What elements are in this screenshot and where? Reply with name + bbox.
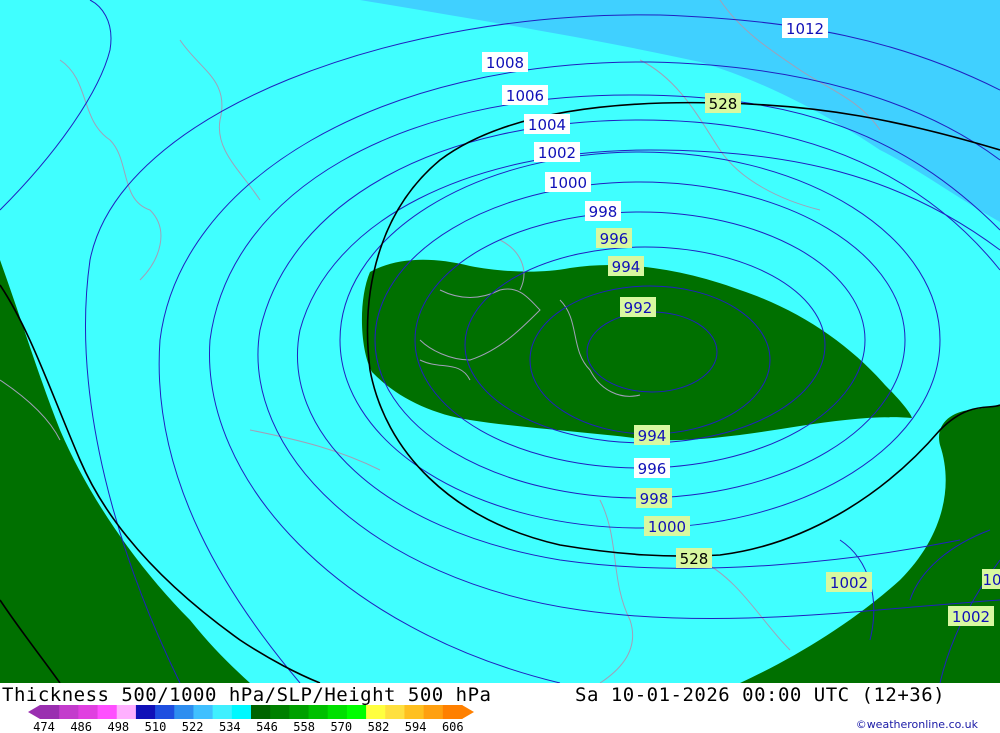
height-label: 528 <box>676 548 712 568</box>
svg-text:998: 998 <box>589 203 618 221</box>
scale-tick-label: 474 <box>33 720 55 733</box>
scale-swatch <box>366 705 386 719</box>
credit-link[interactable]: ©weatheronline.co.uk <box>856 718 978 731</box>
isobar-label: 1000 <box>644 516 690 536</box>
isobar-label: 994 <box>608 256 644 276</box>
svg-text:994: 994 <box>638 427 667 445</box>
isobar-label: 1004 <box>524 114 570 134</box>
isobar-label: 996 <box>634 458 670 478</box>
svg-text:996: 996 <box>638 460 667 478</box>
isobar-label: 10 <box>982 569 1000 589</box>
scale-arrow-right <box>462 705 474 719</box>
scale-swatch <box>251 705 271 719</box>
svg-text:1006: 1006 <box>506 87 544 105</box>
scale-swatch <box>346 705 367 719</box>
scale-swatch <box>308 705 329 719</box>
scale-swatch <box>155 705 175 719</box>
map-footer: Thickness 500/1000 hPa/SLP/Height 500 hP… <box>0 683 1000 733</box>
isobar-label: 1012 <box>782 18 828 38</box>
scale-swatch <box>327 705 348 719</box>
svg-text:1000: 1000 <box>549 174 587 192</box>
scale-swatch <box>116 705 137 719</box>
isobar-label: 994 <box>634 425 670 445</box>
thickness-color-scale: 474 486 498 510 522 534 546 558 570 582 594 606 <box>28 705 474 733</box>
scale-swatch <box>135 705 156 719</box>
scale-tick-label: 570 <box>330 720 352 733</box>
scale-tick-label: 534 <box>219 720 241 733</box>
scale-swatch <box>442 705 463 719</box>
scale-swatch <box>212 705 233 719</box>
isobar-label: 992 <box>620 297 656 317</box>
height-label: 528 <box>705 93 741 113</box>
svg-text:998: 998 <box>640 490 669 508</box>
scale-tick-label: 606 <box>442 720 464 733</box>
svg-text:1012: 1012 <box>786 20 824 38</box>
scale-tick-label: 546 <box>256 720 278 733</box>
isobar-label: 998 <box>636 488 672 508</box>
scale-tick-label: 498 <box>107 720 129 733</box>
scale-swatch <box>193 705 214 719</box>
isobar-label: 1008 <box>482 52 528 72</box>
scale-swatch <box>174 705 194 719</box>
scale-arrow-left <box>28 705 40 719</box>
scale-swatch <box>231 705 252 719</box>
svg-text:10: 10 <box>982 571 1000 589</box>
svg-text:1000: 1000 <box>648 518 686 536</box>
scale-tick-label: 510 <box>145 720 167 733</box>
scale-swatch <box>78 705 99 719</box>
scale-swatch <box>59 705 79 719</box>
svg-text:994: 994 <box>612 258 641 276</box>
isobar-label: 1002 <box>534 142 580 162</box>
svg-text:996: 996 <box>600 230 629 248</box>
scale-swatch <box>423 705 444 719</box>
scale-tick-label: 486 <box>70 720 92 733</box>
isobar-label: 998 <box>585 201 621 221</box>
scale-tick-label: 594 <box>405 720 427 733</box>
scale-tick-label: 522 <box>182 720 204 733</box>
scale-swatch <box>404 705 425 719</box>
map-datetime: Sa 10-01-2026 00:00 UTC (12+36) <box>575 684 946 706</box>
isobar-label: 996 <box>596 228 632 248</box>
weather-map: 1012 1008 1006 1004 1002 1000 998 996 99… <box>0 0 1000 683</box>
isobar-label: 1006 <box>502 85 548 105</box>
scale-swatch <box>97 705 118 719</box>
svg-text:528: 528 <box>680 550 709 568</box>
scale-swatch <box>40 705 60 719</box>
isobar-label: 1002 <box>948 606 994 626</box>
svg-text:1008: 1008 <box>486 54 524 72</box>
scale-swatch <box>385 705 405 719</box>
svg-text:1002: 1002 <box>830 574 868 592</box>
isobar-label: 1000 <box>545 172 591 192</box>
svg-text:1002: 1002 <box>538 144 576 162</box>
svg-text:1002: 1002 <box>952 608 990 626</box>
isobar-label: 1002 <box>826 572 872 592</box>
svg-text:528: 528 <box>709 95 738 113</box>
scale-swatch <box>289 705 310 719</box>
svg-text:1004: 1004 <box>528 116 566 134</box>
scale-tick-label: 558 <box>293 720 315 733</box>
scale-tick-label: 582 <box>368 720 390 733</box>
svg-text:992: 992 <box>624 299 653 317</box>
scale-swatch <box>270 705 290 719</box>
